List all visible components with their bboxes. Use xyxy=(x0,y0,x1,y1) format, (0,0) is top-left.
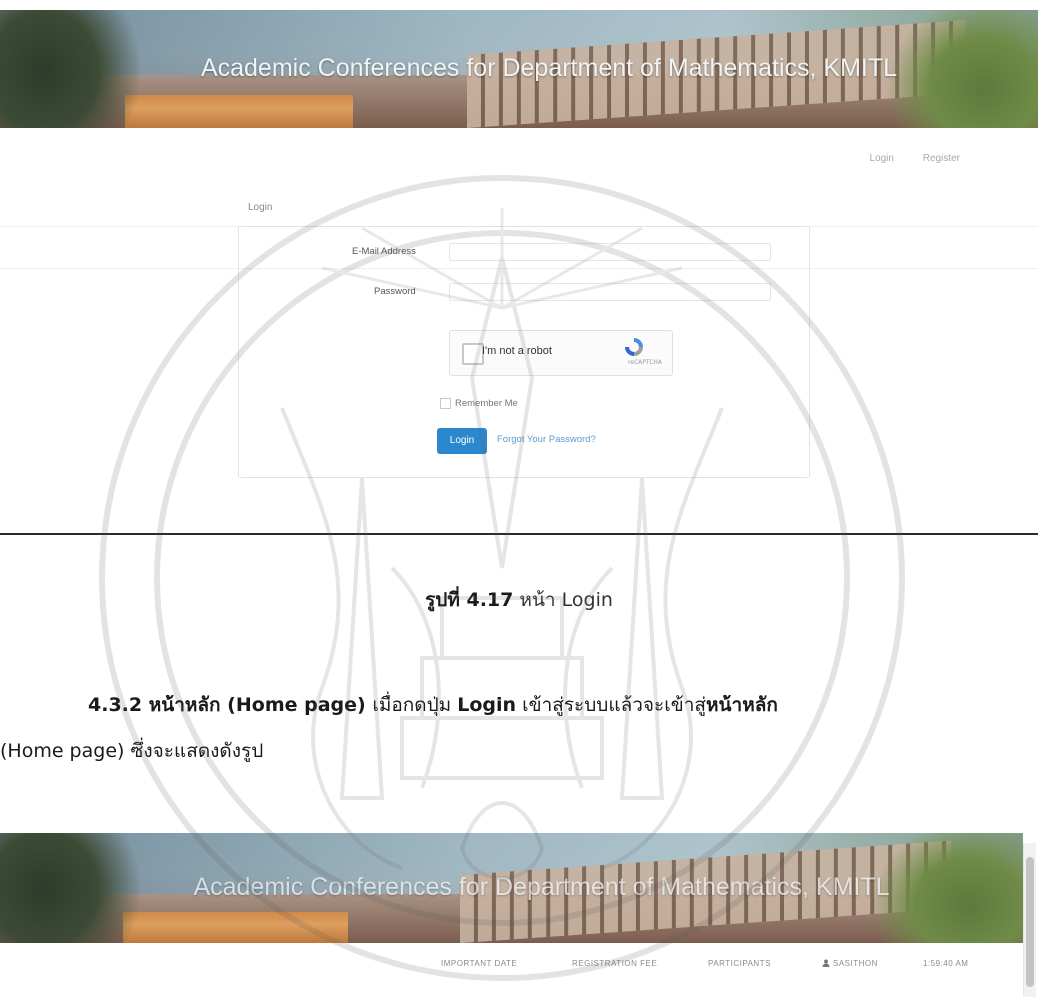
login-panel-heading: Login xyxy=(248,202,273,213)
scrollbar-thumb[interactable] xyxy=(1026,857,1034,987)
home-navbar: IMPORTANT DATE REGISTRATION FEE PARTICIP… xyxy=(0,943,1023,997)
separator-line xyxy=(0,533,1038,535)
nav-register-link[interactable]: Register xyxy=(923,153,960,164)
paragraph-bold: Login xyxy=(457,694,517,716)
password-label: Password xyxy=(374,286,416,297)
paragraph-text: เข้าสู่ระบบแล้วจะเข้าสู่ xyxy=(516,694,707,716)
user-icon xyxy=(822,959,830,967)
password-field[interactable] xyxy=(449,283,771,301)
recaptcha-label: I'm not a robot xyxy=(482,345,552,357)
banner-roof xyxy=(122,912,348,943)
paragraph-text: เมื่อกดปุ่ม xyxy=(372,694,458,716)
caption-text: หน้า Login xyxy=(519,589,613,611)
recaptcha-widget: I'm not a robot reCAPTCHA xyxy=(449,330,673,376)
user-name: SASITHON xyxy=(833,959,878,968)
nav-participants[interactable]: PARTICIPANTS xyxy=(708,959,771,968)
nav-registration-fee[interactable]: REGISTRATION FEE xyxy=(572,959,657,968)
caption-number: รูปที่ 4.17 xyxy=(425,589,514,611)
figure-caption: รูปที่ 4.17 หน้า Login xyxy=(0,585,1038,615)
nav-login-link[interactable]: Login xyxy=(870,153,894,164)
section-paragraph-line2: (Home page) ซึ่งจะแสดงดังรูป xyxy=(0,740,264,762)
site-title: Academic Conferences for Department of M… xyxy=(200,54,898,82)
forgot-password-link[interactable]: Forgot Your Password? xyxy=(497,434,596,445)
nav-important-date[interactable]: IMPORTANT DATE xyxy=(441,959,517,968)
section-heading: 4.3.2 หน้าหลัก (Home page) xyxy=(88,694,373,716)
nav-user-menu[interactable]: SASITHON xyxy=(822,959,878,968)
section-paragraph-line1: 4.3.2 หน้าหลัก (Home page) เมื่อกดปุ่ม L… xyxy=(88,690,778,720)
header-banner: Academic Conferences for Department of M… xyxy=(0,10,1038,128)
email-label: E-Mail Address xyxy=(352,246,416,257)
remember-checkbox[interactable] xyxy=(440,398,451,409)
remember-label: Remember Me xyxy=(455,398,518,410)
login-button[interactable]: Login xyxy=(437,428,487,454)
recaptcha-brand: reCAPTCHA xyxy=(627,359,662,366)
scrollbar[interactable] xyxy=(1023,843,1036,997)
clock: 1:59:40 AM xyxy=(923,959,969,968)
home-header-banner: Academic Conferences for Department of M… xyxy=(0,833,1023,943)
recaptcha-checkbox[interactable] xyxy=(462,343,484,365)
paragraph-bold: หน้าหลัก xyxy=(706,694,778,716)
home-site-title: Academic Conferences for Department of M… xyxy=(193,873,890,901)
recaptcha-logo-icon xyxy=(625,338,643,356)
email-field[interactable] xyxy=(449,243,771,261)
banner-roof xyxy=(124,94,353,128)
remember-me[interactable]: Remember Me xyxy=(440,398,518,409)
top-nav: Login Register xyxy=(844,153,961,164)
